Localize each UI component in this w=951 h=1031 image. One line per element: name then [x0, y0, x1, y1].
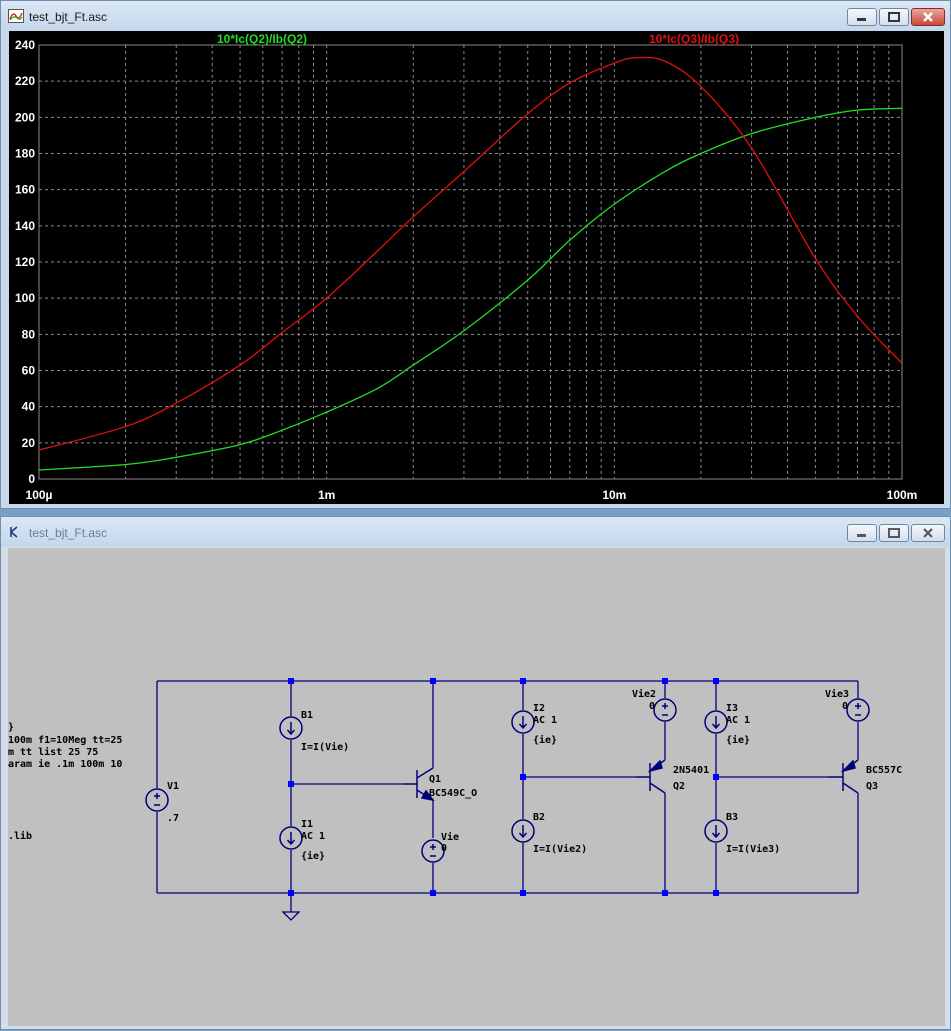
b2-value: I=I(Vie2) — [533, 843, 587, 855]
q1-model: BC549C_O — [429, 788, 477, 799]
y-tick-label: 120 — [15, 255, 35, 269]
trace-q3 — [38, 56, 903, 451]
i2-param: {ie} — [533, 734, 557, 746]
q1-name: Q1 — [429, 774, 441, 785]
schematic-window[interactable]: test_bjt_Ft.asc} 100m f1=10Meg tt=25 m … — [0, 516, 951, 1030]
i1-current-source-icon[interactable] — [279, 826, 303, 850]
i1-value: AC 1 — [301, 831, 325, 842]
waveform-app-icon — [8, 9, 24, 23]
schematic-canvas[interactable]: } 100m f1=10Meg tt=25 m tt list 25 75 ar… — [8, 548, 945, 1026]
y-tick-label: 160 — [15, 183, 35, 197]
y-tick-label: 220 — [15, 74, 35, 88]
b1-value: I=I(Vie) — [301, 741, 349, 753]
vie2-value: 0 — [649, 701, 655, 712]
y-tick-label: 60 — [22, 364, 36, 378]
directive-line-1: } — [8, 722, 14, 733]
minimize-button[interactable] — [847, 8, 877, 26]
legend-q3: 10*Ic(Q3)/Ib(Q3) — [649, 32, 739, 46]
schematic-close-button[interactable] — [911, 524, 945, 542]
vie2-name: Vie2 — [632, 688, 656, 700]
i3-current-source-icon[interactable] — [704, 710, 728, 734]
wires — [156, 680, 859, 921]
q3-model: BC557C — [866, 765, 902, 776]
b3-name: B3 — [726, 812, 738, 823]
directive-line-3: m tt list 25 75 — [8, 746, 98, 758]
close-button[interactable] — [911, 8, 945, 26]
x-tick-label: 1m — [318, 488, 335, 502]
close-icon — [923, 528, 933, 538]
v1-voltage-source-icon[interactable] — [145, 788, 169, 812]
waveform-chart[interactable]: 0 20 40 60 80 100 120 140 160 180 200 220 240 100µ 1m 1… — [9, 31, 944, 504]
b1-current-source-icon[interactable] — [279, 716, 303, 740]
close-icon — [923, 12, 933, 22]
i3-name: I3 — [726, 703, 738, 714]
x-tick-label: 10m — [602, 488, 626, 502]
plot-titlebar[interactable]: test_bjt_Ft.asc — [1, 1, 950, 31]
minimize-icon — [857, 534, 866, 537]
maximize-icon — [888, 528, 900, 538]
b1-name: B1 — [301, 710, 313, 721]
vie-value: 0 — [441, 843, 447, 854]
schematic-drawing[interactable]: } 100m f1=10Meg tt=25 m tt list 25 75 ar… — [8, 548, 945, 1026]
schematic-app-icon — [10, 526, 18, 538]
b2-current-source-icon[interactable] — [511, 819, 535, 843]
b3-current-source-icon[interactable] — [704, 819, 728, 843]
x-tick-label: 100m — [887, 488, 918, 502]
maximize-icon — [888, 12, 900, 22]
i2-value: AC 1 — [533, 715, 557, 726]
vie3-voltage-source-icon[interactable] — [846, 698, 870, 722]
i2-name: I2 — [533, 703, 545, 714]
y-tick-label: 240 — [15, 38, 35, 52]
y-tick-label: 80 — [22, 327, 36, 341]
y-tick-label: 140 — [15, 219, 35, 233]
y-tick-label: 200 — [15, 110, 35, 124]
i3-param: {ie} — [726, 734, 750, 746]
y-tick-label: 100 — [15, 291, 35, 305]
v1-value: .7 — [167, 813, 179, 824]
legend-q2: 10*Ic(Q2)/Ib(Q2) — [217, 32, 307, 46]
plot-window[interactable]: test_bjt_Ft.asc 0 20 40 60 80 100 120 140 160 180… — [0, 0, 951, 509]
b2-name: B2 — [533, 812, 545, 823]
component-labels: V1 .7 B1 I=I(Vie) I1 AC 1 {ie} Q1 BC549C… — [167, 688, 902, 862]
q2-name: Q2 — [673, 781, 685, 792]
directive-line-5: .lib — [8, 830, 32, 842]
directive-line-4: aram ie .1m 100m 10 — [8, 758, 122, 770]
x-tick-label: 100µ — [26, 488, 53, 502]
waveform-plot[interactable]: 0 20 40 60 80 100 120 140 160 180 200 220 240 100µ 1m 1… — [9, 31, 944, 504]
q3-name: Q3 — [866, 781, 878, 792]
schematic-maximize-button[interactable] — [879, 524, 909, 542]
i1-name: I1 — [301, 819, 313, 830]
i1-param: {ie} — [301, 850, 325, 862]
directive-line-2: 100m f1=10Meg tt=25 — [8, 735, 122, 746]
i3-value: AC 1 — [726, 715, 750, 726]
b3-value: I=I(Vie3) — [726, 843, 780, 855]
vie2-voltage-source-icon[interactable] — [653, 698, 677, 722]
schematic-window-title: test_bjt_Ft.asc — [29, 526, 108, 540]
minimize-icon — [857, 18, 866, 21]
y-tick-label: 180 — [15, 147, 35, 161]
vie-name: Vie — [441, 831, 459, 843]
maximize-button[interactable] — [879, 8, 909, 26]
y-tick-label: 40 — [22, 400, 36, 414]
vie3-value: 0 — [842, 701, 848, 712]
y-tick-label: 20 — [22, 436, 36, 450]
schematic-titlebar[interactable]: test_bjt_Ft.asc — [1, 517, 950, 547]
schematic-minimize-button[interactable] — [847, 524, 877, 542]
vie3-name: Vie3 — [825, 688, 849, 700]
spice-directives[interactable]: } 100m f1=10Meg tt=25 m tt list 25 75 ar… — [8, 722, 122, 842]
plot-window-title: test_bjt_Ft.asc — [29, 10, 108, 24]
trace-q2 — [38, 107, 903, 471]
i2-current-source-icon[interactable] — [511, 710, 535, 734]
q2-model: 2N5401 — [673, 765, 709, 776]
v1-name: V1 — [167, 781, 179, 792]
y-tick-label: 0 — [28, 472, 35, 486]
